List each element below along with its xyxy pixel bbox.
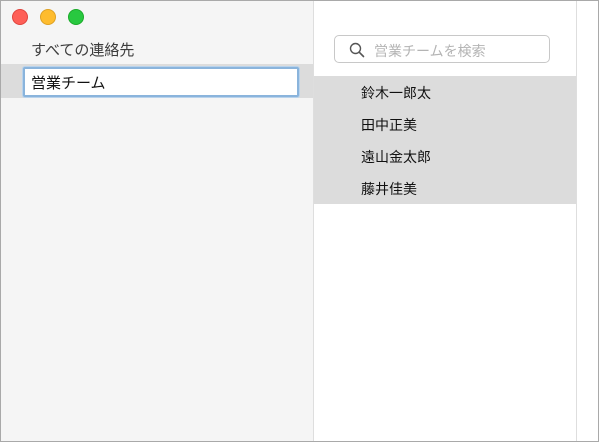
group-name-field[interactable]: 営業チーム [23,67,299,97]
contact-row[interactable]: 鈴木一郎太 [314,76,576,108]
contacts-list: 鈴木一郎太 田中正美 遠山金太郎 藤井佳美 [314,76,576,204]
group-all-contacts[interactable]: すべての連絡先 [31,39,134,60]
maximize-button[interactable] [68,9,84,25]
search-placeholder: 営業チームを検索 [374,44,486,60]
search-field[interactable]: 営業チームを検索 [334,35,550,63]
contacts-window: すべての連絡先 営業チーム 営業チームを検索 鈴木一郎太 田中正美 遠山金太郎 … [0,0,599,442]
contact-row[interactable]: 田中正美 [314,108,576,140]
contact-name: 藤井佳美 [361,182,417,198]
contact-name: 鈴木一郎太 [361,86,431,102]
contact-row[interactable]: 遠山金太郎 [314,140,576,172]
contact-name: 遠山金太郎 [361,150,431,166]
contact-detail-pane [576,1,598,441]
group-name-text[interactable]: 営業チーム [31,72,106,93]
contact-list-pane: 営業チームを検索 鈴木一郎太 田中正美 遠山金太郎 藤井佳美 [314,1,576,441]
groups-sidebar: すべての連絡先 営業チーム [1,1,314,441]
contact-name: 田中正美 [361,118,417,134]
contact-row[interactable]: 藤井佳美 [314,172,576,204]
minimize-button[interactable] [40,9,56,25]
search-icon [349,42,365,58]
close-button[interactable] [12,9,28,25]
